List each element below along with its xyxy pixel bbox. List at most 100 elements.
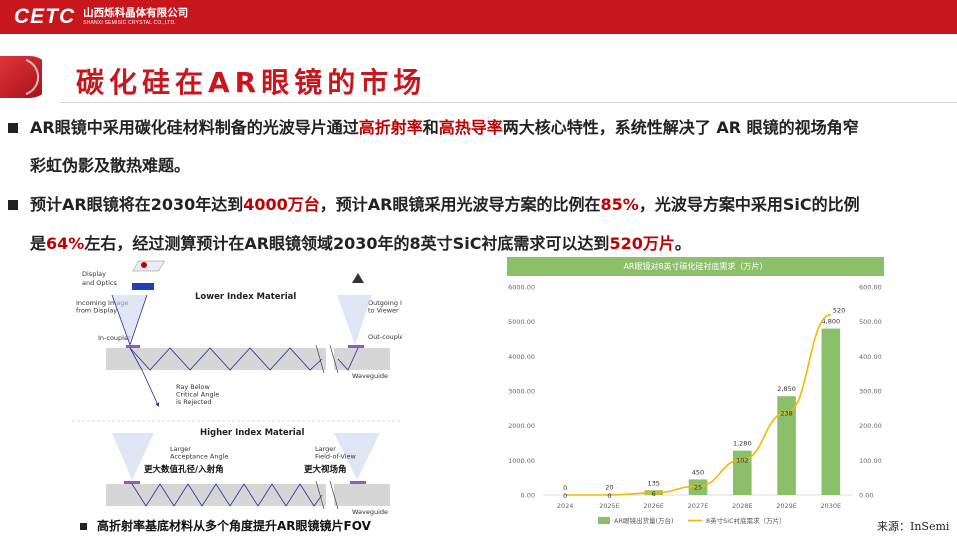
title-accent-shape (0, 56, 42, 98)
bar-2030E (821, 328, 841, 495)
body-text: 彩虹伪影及散热难题。 (30, 156, 191, 175)
line-data-label: 25 (694, 483, 702, 491)
left-axis-tick-label: 3000.00 (508, 388, 535, 396)
right-axis-tick-label: 600.00 (859, 284, 882, 292)
x-tick-label: 2029E (776, 502, 797, 510)
company-logo: CETC 山西烁科晶体有限公司 SHANXI SEMISIC CRYSTAL C… (14, 5, 188, 28)
company-name-en: SHANXI SEMISIC CRYSTAL CO.,LTD. (83, 19, 176, 26)
x-tick-label: 2028E (732, 502, 753, 510)
line-data-label: 520 (833, 307, 845, 315)
body-text: AR眼镜中采用碳化硅材料制备的光波导片通过 (30, 118, 359, 137)
legend-bar-swatch (598, 517, 610, 524)
paragraph-2-line-2: 是64%左右，经过测算预计在AR眼镜领域2030年的8英寸SiC衬底需求可以达到… (30, 234, 691, 254)
larger_accept-line: Acceptance Angle (170, 453, 228, 461)
bar-data-label: 135 (648, 479, 660, 487)
paragraph-1-line-1: AR眼镜中采用碳化硅材料制备的光波导片通过高折射率和高热导率两大核心特性，系统性… (30, 118, 859, 138)
highlight-text: 520万片 (609, 234, 675, 253)
diagram-caption: 高折射率基底材料从多个角度提升AR眼镜镜片FOV (97, 519, 371, 533)
incoming-line: from Display (76, 307, 117, 315)
in-coupler-grating-2 (124, 481, 140, 484)
legend-line-label: 8英寸SiC衬底需求（万片） (706, 516, 786, 525)
body-text: 和 (422, 118, 439, 137)
lower-index-title: Lower Index Material (195, 292, 296, 302)
waveguide-diagram: Display and Optics Lower Index Material … (72, 255, 402, 517)
left-axis-tick-label: 1000.00 (508, 457, 535, 465)
right-axis-tick-label: 200.00 (859, 422, 882, 430)
bullet-square (8, 123, 18, 133)
slide-title: 碳化硅在AR眼镜的市场 (76, 66, 427, 99)
bullet-square (8, 200, 18, 210)
waveguide-label: Waveguide (352, 372, 388, 380)
display-module (132, 260, 165, 272)
body-text: 左右，经过测算预计在AR眼镜领域2030年的8英寸SiC衬底需求可以达到 (84, 234, 610, 253)
left-axis-tick-label: 5000.00 (508, 318, 535, 326)
larger_fov-line: Field-of-View (315, 453, 356, 461)
slide-title-area: 碳化硅在AR眼镜的市场 (0, 52, 957, 104)
in-coupler-label: In-coupler (98, 334, 131, 342)
right-axis-tick-label: 300.00 (859, 388, 882, 396)
right-axis-tick-label: 100.00 (859, 457, 882, 465)
right-axis-tick-label: 0.00 (859, 492, 873, 500)
cn-acceptance-label: 更大数值孔径/入射角 (144, 464, 224, 475)
line-data-label: 238 (780, 409, 792, 417)
body-text: 预计AR眼镜将在2030年达到 (30, 195, 244, 214)
outgoing-image-label: Outgoing Imageto Viewer (368, 299, 402, 315)
body-text: 。 (674, 234, 691, 253)
highlight-text: 4000万台 (243, 195, 320, 214)
waveguide-slab-top-right (334, 348, 390, 370)
line-data-label: 6 (652, 490, 656, 498)
line-data-label: 0 (563, 492, 567, 500)
optics-block (132, 283, 154, 290)
bar-data-label: 2,850 (777, 385, 796, 393)
company-name: 山西烁科晶体有限公司 SHANXI SEMISIC CRYSTAL CO.,LT… (83, 8, 188, 26)
waveguide-slab-bottom-right (334, 484, 390, 506)
display-optics-line: Display (82, 270, 106, 278)
line-data-label: 102 (736, 457, 748, 465)
bar-data-label: 450 (692, 468, 704, 476)
x-tick-label: 2024 (557, 502, 574, 510)
left-axis-tick-label: 0.00 (521, 492, 535, 500)
body-text: ，预计AR眼镜采用光波导方案的比例在 (319, 195, 601, 214)
waveguide-label-2: Waveguide (352, 508, 388, 516)
title-divider (60, 102, 957, 103)
legend-bar-label: AR眼镜出货量(万台) (614, 516, 674, 525)
higher-index-title: Higher Index Material (200, 428, 304, 438)
out-coupler-grating-2 (350, 481, 366, 484)
x-tick-label: 2025E (599, 502, 620, 510)
highlight-text: 85% (600, 195, 639, 214)
top-header-bar: CETC 山西烁科晶体有限公司 SHANXI SEMISIC CRYSTAL C… (0, 0, 957, 34)
company-name-cn: 山西烁科晶体有限公司 (83, 7, 189, 20)
ray_below-line: is Rejected (176, 398, 212, 406)
display-lens-icon (141, 262, 147, 268)
highlight-text: 64% (46, 234, 85, 253)
body-text: 是 (30, 234, 47, 253)
left-axis-tick-label: 6000.00 (508, 284, 535, 292)
display-optics-label: Display (82, 270, 106, 278)
paragraph-1-line-2: 彩虹伪影及散热难题。 (30, 156, 190, 176)
out-coupler-grating (348, 345, 364, 348)
x-tick-label: 2026E (643, 502, 664, 510)
right-axis-tick-label: 400.00 (859, 353, 882, 361)
out-coupler-label: Out-coupler (368, 333, 402, 341)
caption-bullet (80, 523, 87, 530)
body-text: 两大核心特性，系统性解决了 AR 眼镜的视场角窄 (502, 118, 859, 137)
paragraph-2-line-1: 预计AR眼镜将在2030年达到4000万台，预计AR眼镜采用光波导方案的比例在8… (30, 195, 860, 215)
in-coupler-grating (126, 345, 140, 348)
line-data-label: 0 (607, 492, 611, 500)
logo-mark: CETC (14, 5, 76, 28)
demand-chart: 0.001000.002000.003000.004000.005000.006… (508, 284, 882, 526)
highlight-text: 高热导率 (438, 118, 503, 137)
body-text: ，光波导方案中采用SiC的比例 (638, 195, 860, 214)
bar-data-label: 20 (605, 483, 613, 491)
cn-fov-label: 更大视场角 (304, 464, 347, 475)
right-axis-tick-label: 500.00 (859, 318, 882, 326)
x-tick-label: 2030E (821, 502, 842, 510)
bar-data-label: 0 (563, 484, 567, 492)
bar-data-label: 1,280 (733, 440, 752, 448)
outgoing-line: to Viewer (368, 307, 399, 315)
left-axis-tick-label: 4000.00 (508, 353, 535, 361)
highlight-text: 高折射率 (358, 118, 423, 137)
display-optics-label-2: and Optics (82, 279, 117, 287)
left-axis-tick-label: 2000.00 (508, 422, 535, 430)
x-tick-label: 2027E (688, 502, 709, 510)
